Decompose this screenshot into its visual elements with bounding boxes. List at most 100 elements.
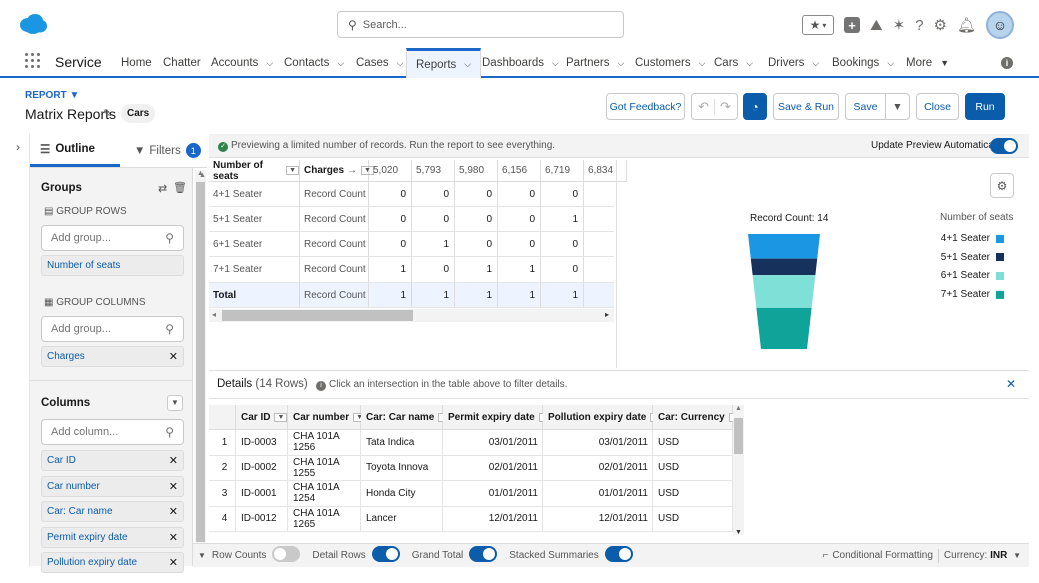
nav-item-contacts[interactable]: Contacts ⌵ (284, 48, 344, 78)
remove-close-icon[interactable]: ✕ (169, 350, 178, 363)
matrix-cell[interactable]: 0 (412, 257, 455, 283)
details-cell[interactable]: ID-0003 (236, 430, 288, 456)
chevron-down-icon[interactable]: ⌵ (812, 58, 819, 69)
nav-item-cars[interactable]: Cars ⌵ (714, 48, 753, 78)
run-button[interactable]: Run (965, 93, 1005, 120)
legend-item[interactable]: 6+1 Seater (941, 270, 1004, 281)
funnel-chart[interactable] (740, 230, 830, 350)
matrix-cell[interactable]: 0 (369, 232, 412, 257)
matrix-column-value[interactable]: 6,719 (541, 160, 584, 182)
nav-item-dashboards[interactable]: Dashboards ⌵ (482, 48, 559, 78)
scroll-right-icon[interactable]: ▸ (605, 310, 609, 319)
bell-icon[interactable]: 🔔︎ (957, 18, 976, 33)
funnel-segment-4-1-seater[interactable] (748, 234, 820, 259)
details-cell[interactable]: 03/01/2011 (543, 430, 653, 456)
details-cell[interactable]: Lancer (361, 506, 443, 532)
matrix-cell[interactable]: 0 (498, 207, 541, 232)
chevron-down-icon[interactable]: ⌵ (552, 58, 559, 69)
group-row-chip[interactable]: Number of seats (41, 255, 184, 276)
details-cell[interactable]: 02/01/2011 (443, 455, 543, 481)
conditional-formatting-button[interactable]: ⌐ Conditional Formatting (822, 550, 932, 561)
tab-filters[interactable]: ▼ Filters 1 (120, 134, 201, 167)
details-cell[interactable]: USD (653, 506, 733, 532)
details-cell[interactable]: 12/01/2011 (543, 506, 653, 532)
details-column-header[interactable]: Car: Car name▼ (361, 405, 452, 430)
redo-icon[interactable]: ↷ (715, 99, 736, 115)
matrix-cell[interactable]: 0 (369, 182, 412, 207)
details-scrollbar-thumb[interactable] (734, 418, 743, 454)
matrix-column-value[interactable]: 5,793 (412, 160, 455, 182)
funnel-segment-6-1-seater[interactable] (752, 275, 816, 308)
matrix-col-header[interactable]: Charges → ▼ (300, 160, 374, 182)
tab-outline[interactable]: ☰ Outline (30, 134, 120, 167)
stacked-summaries-toggle[interactable] (604, 546, 633, 565)
matrix-cell[interactable]: 0 (541, 182, 584, 207)
details-scroll-down-icon[interactable]: ▼ (735, 529, 742, 536)
grand-total-toggle[interactable] (469, 546, 498, 565)
matrix-cell[interactable]: 1 (541, 207, 584, 232)
chevron-down-icon[interactable]: ⌵ (887, 58, 894, 69)
details-column-header[interactable]: Pollution expiry date▼ (543, 405, 664, 430)
matrix-cell[interactable]: 1 (498, 257, 541, 283)
add-group-columns-input[interactable]: Add group... ⚲ (41, 316, 184, 342)
matrix-cell[interactable]: 1 (412, 232, 455, 257)
matrix-cell[interactable]: 1 (498, 283, 541, 308)
nav-item-cases[interactable]: Cases ⌵ (356, 48, 403, 78)
matrix-cell[interactable]: 1 (455, 283, 498, 308)
column-menu-chevron-down-icon[interactable]: ▼ (274, 412, 288, 422)
gear-icon[interactable]: ⚙ (934, 18, 947, 33)
nav-item-home[interactable]: Home (121, 48, 152, 78)
nav-item-reports[interactable]: Reports ⌵ (406, 48, 482, 78)
column-menu-chevron-down-icon[interactable]: ▼ (286, 166, 299, 175)
matrix-cell[interactable]: 1 (369, 283, 412, 308)
details-scroll-up-icon[interactable]: ▲ (735, 405, 742, 412)
swap-groups-icon[interactable]: ⇄ (158, 182, 167, 195)
chevron-down-icon[interactable]: ⌵ (617, 58, 624, 69)
details-cell[interactable]: ID-0001 (236, 481, 288, 507)
matrix-cell[interactable]: 0 (541, 257, 584, 283)
nav-item-chatter[interactable]: Chatter (163, 48, 201, 78)
favorites-icon[interactable]: ★ ▾ (802, 15, 834, 35)
footer-collapse-icon[interactable]: ▼ (198, 551, 206, 560)
matrix-cell[interactable]: 0 (455, 232, 498, 257)
matrix-column-value[interactable]: 6,156 (498, 160, 541, 182)
details-cell[interactable]: USD (653, 481, 733, 507)
chevron-down-icon[interactable]: ⌵ (746, 58, 753, 69)
details-cell[interactable]: ID-0002 (236, 455, 288, 481)
group-column-chip[interactable]: Charges ✕ (41, 346, 184, 367)
column-chip[interactable]: Car number ✕ (41, 475, 184, 497)
help-icon[interactable]: ? (915, 18, 923, 33)
details-cell[interactable]: CHA 101A 1255 (288, 455, 361, 481)
scroll-left-icon[interactable]: ◂ (212, 310, 216, 319)
chart-settings-gear-icon[interactable]: ⚙ (990, 173, 1014, 198)
matrix-cell[interactable]: 0 (455, 182, 498, 207)
info-icon[interactable]: i (1001, 57, 1013, 69)
matrix-column-value[interactable]: 5,980 (455, 160, 498, 182)
details-cell[interactable]: Toyota Innova (361, 455, 443, 481)
nav-item-partners[interactable]: Partners ⌵ (566, 48, 624, 78)
matrix-cell[interactable]: 0 (412, 182, 455, 207)
column-chip[interactable]: Car ID ✕ (41, 450, 184, 471)
column-chip[interactable]: Permit expiry date ✕ (41, 526, 184, 548)
setup-assistant-icon[interactable]: ✶ (893, 18, 906, 33)
matrix-cell[interactable] (584, 283, 614, 308)
chevron-down-icon[interactable]: ⌵ (699, 58, 706, 69)
matrix-cell[interactable] (584, 257, 614, 283)
legend-item[interactable]: 5+1 Seater (941, 252, 1004, 263)
details-cell[interactable]: USD (653, 430, 733, 456)
nav-item-customers[interactable]: Customers ⌵ (635, 48, 705, 78)
save-menu-chevron-down-icon[interactable]: ▼ (885, 93, 910, 120)
save-button[interactable]: Save (845, 93, 886, 120)
row-counts-toggle[interactable] (272, 546, 301, 565)
details-cell[interactable]: 12/01/2011 (443, 506, 543, 532)
nav-item-more[interactable]: More ▼ (906, 48, 949, 78)
details-cell[interactable]: CHA 101A 1254 (288, 481, 361, 507)
nav-item-drivers[interactable]: Drivers ⌵ (768, 48, 819, 78)
legend-item[interactable]: 7+1 Seater (941, 289, 1004, 300)
funnel-segment-5-1-seater[interactable] (750, 258, 818, 276)
chevron-down-icon[interactable]: ⌵ (337, 58, 344, 69)
details-cell[interactable]: Tata Indica (361, 430, 443, 456)
matrix-row-header[interactable]: Number of seats ▼ (209, 160, 300, 182)
remove-close-icon[interactable]: ✕ (169, 454, 178, 467)
undo-icon[interactable]: ↶ (693, 98, 715, 115)
